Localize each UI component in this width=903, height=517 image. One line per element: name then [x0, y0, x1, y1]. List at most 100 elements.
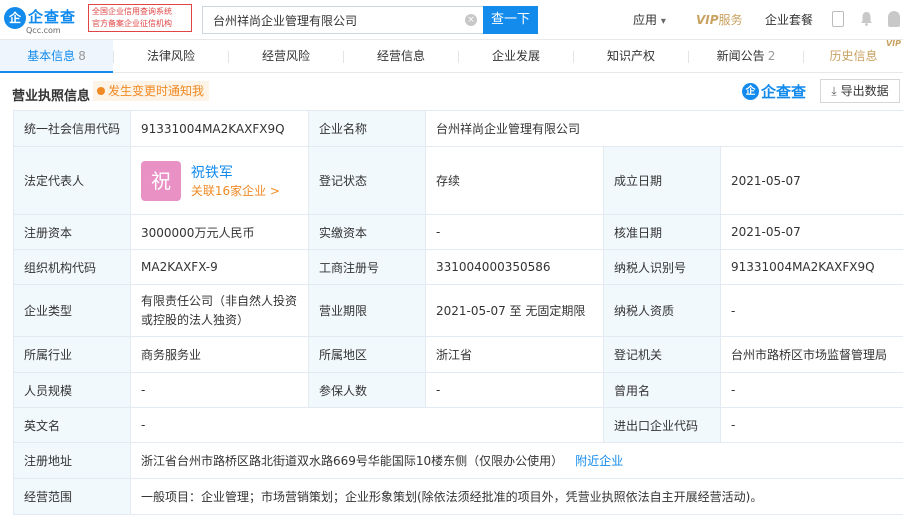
biz-reg-no-label: 工商注册号: [308, 249, 426, 285]
notify-label: 发生变更时通知我: [108, 84, 205, 98]
tab-label: 法律风险: [146, 49, 195, 63]
legal-rep-info: 祝铁军 关联16家企业 >: [191, 163, 280, 199]
english-name-value: -: [130, 407, 604, 443]
table-row: 法定代表人 祝 祝铁军 关联16家企业 > 登记状态 存续 成立日期 2021-…: [13, 146, 903, 215]
former-name-value: -: [719, 372, 903, 408]
staff-size-label: 人员规模: [13, 372, 131, 408]
bell-icon[interactable]: [860, 11, 873, 26]
scope-value: 一般项目：企业管理；市场营销策划；企业形象策划(除依法须经批准的项目外，凭营业执…: [129, 478, 903, 515]
taxpayer-id-label: 纳税人识别号: [603, 249, 721, 285]
table-row: 组织机构代码 MA2KAXFX-9 工商注册号 331004000350586 …: [13, 249, 903, 285]
apps-menu[interactable]: 应用 ▾: [633, 11, 666, 28]
export-button[interactable]: ⤓ 导出数据: [820, 79, 900, 103]
est-date-value: 2021-05-07: [719, 146, 903, 215]
download-icon: ⤓: [831, 84, 837, 98]
vip-badge: VIP: [885, 39, 901, 48]
est-date-label: 成立日期: [603, 146, 721, 215]
tab-label: 经营风险: [261, 49, 310, 63]
user-icon[interactable]: [888, 11, 900, 27]
legal-rep-cell: 祝 祝铁军 关联16家企业 >: [130, 146, 309, 215]
qcc-logo-icon: 企: [742, 83, 759, 100]
tab-development[interactable]: 企业发展: [459, 40, 573, 73]
company-type-label: 企业类型: [13, 284, 131, 337]
taxpayer-id-value: 91331004MA2KAXFX9Q: [719, 249, 903, 285]
avatar[interactable]: 祝: [141, 160, 181, 201]
company-type-value: 有限责任公司（非自然人投资或控股的法人独资）: [130, 284, 309, 337]
biz-reg-no-value: 331004000350586: [425, 249, 604, 285]
tab-history[interactable]: 历史信息 VIP: [804, 39, 903, 73]
reg-authority-value: 台州市路桥区市场监督管理局: [719, 336, 903, 373]
address-label: 注册地址: [13, 442, 131, 479]
paid-capital-value: -: [425, 214, 604, 250]
reg-capital-value: 3000000万元人民币: [130, 214, 309, 250]
legal-rep-name-link[interactable]: 祝铁军: [191, 163, 280, 183]
site-logo[interactable]: 企 企查查 Qcc.com: [4, 6, 84, 36]
export-label: 导出数据: [840, 84, 889, 98]
apps-label: 应用: [633, 13, 658, 27]
mobile-icon[interactable]: [832, 11, 844, 27]
table-row: 企业类型 有限责任公司（非自然人投资或控股的法人独资） 营业期限 2021-05…: [13, 284, 903, 337]
package-link[interactable]: 企业套餐: [765, 11, 813, 28]
former-name-label: 曾用名: [603, 372, 721, 408]
tab-basic-info[interactable]: 基本信息 8: [0, 40, 113, 73]
reg-capital-label: 注册资本: [13, 214, 131, 250]
biz-term-value: 2021-05-07 至 无固定期限: [425, 284, 604, 337]
search-box: ×: [202, 6, 484, 34]
top-bar: 企 企查查 Qcc.com 全国企业信用查询系统 官方备案企业征信机构 × 查一…: [0, 0, 903, 40]
taxpayer-qual-label: 纳税人资质: [603, 284, 721, 337]
official-badge: 全国企业信用查询系统 官方备案企业征信机构: [88, 4, 192, 32]
tab-count: 2: [767, 49, 776, 63]
tab-news[interactable]: 新闻公告 2: [689, 40, 803, 73]
business-license-table: 统一社会信用代码 91331004MA2KAXFX9Q 企业名称 台州祥尚企业管…: [13, 110, 903, 515]
region-value: 浙江省: [425, 336, 604, 373]
tab-count: 8: [78, 49, 86, 63]
tab-label: 知识产权: [606, 49, 655, 63]
taxpayer-qual-value: -: [719, 284, 903, 337]
table-row: 人员规模 - 参保人数 - 曾用名 -: [13, 372, 903, 408]
section-title: 营业执照信息: [12, 89, 91, 104]
tab-operating-risk[interactable]: 经营风险: [229, 40, 343, 73]
change-notify-button[interactable]: 发生变更时通知我: [93, 81, 210, 101]
reg-status-label: 登记状态: [308, 146, 426, 215]
legal-rep-label: 法定代表人: [13, 146, 131, 215]
tab-label: 新闻公告: [716, 49, 765, 63]
import-export-value: -: [719, 407, 903, 443]
region-label: 所属地区: [308, 336, 426, 373]
logo-text: 企查查: [28, 8, 77, 26]
bell-dot-icon: [97, 87, 105, 95]
related-companies-link[interactable]: 关联16家企业 >: [191, 183, 280, 199]
table-row: 英文名 - 进出口企业代码 -: [13, 407, 903, 443]
chevron-down-icon: ▾: [660, 16, 666, 27]
import-export-label: 进出口企业代码: [603, 407, 721, 443]
vip-label: VIP: [696, 13, 719, 27]
org-code-value: MA2KAXFX-9: [130, 249, 309, 285]
tab-label: 历史信息: [829, 49, 878, 63]
tab-legal-risk[interactable]: 法律风险: [114, 40, 228, 73]
table-row: 注册资本 3000000万元人民币 实缴资本 - 核准日期 2021-05-07: [13, 214, 903, 250]
vip-service-label: 服务: [718, 13, 743, 27]
credit-code-label: 统一社会信用代码: [13, 110, 131, 147]
insured-label: 参保人数: [308, 372, 426, 408]
company-name-value: 台州祥尚企业管理有限公司: [424, 110, 903, 147]
search-button[interactable]: 查一下: [483, 6, 538, 34]
clear-icon[interactable]: ×: [465, 14, 477, 26]
biz-term-label: 营业期限: [308, 284, 426, 337]
vip-service-link[interactable]: VIP服务: [696, 11, 743, 28]
table-row: 注册地址 浙江省台州市路桥区路北街道双水路669号华能国际10楼东侧（仅限办公使…: [13, 442, 903, 479]
tab-label: 企业发展: [491, 49, 540, 63]
approval-date-value: 2021-05-07: [719, 214, 903, 250]
nearby-companies-link[interactable]: 附近企业: [575, 454, 623, 468]
insured-value: -: [425, 372, 604, 408]
badge-line-1: 全国企业信用查询系统: [92, 7, 172, 16]
industry-value: 商务服务业: [130, 336, 309, 373]
table-row: 统一社会信用代码 91331004MA2KAXFX9Q 企业名称 台州祥尚企业管…: [13, 110, 903, 147]
search-input[interactable]: [203, 7, 453, 33]
approval-date-label: 核准日期: [603, 214, 721, 250]
badge-line-2: 官方备案企业征信机构: [92, 19, 172, 28]
tab-ip[interactable]: 知识产权: [574, 40, 688, 73]
industry-label: 所属行业: [13, 336, 131, 373]
qcc-logo-text: 企查查: [761, 83, 807, 101]
org-code-label: 组织机构代码: [13, 249, 131, 285]
section-header: 营业执照信息 发生变更时通知我 企企查查 ⤓ 导出数据: [0, 73, 903, 109]
tab-operating-info[interactable]: 经营信息: [344, 40, 458, 73]
